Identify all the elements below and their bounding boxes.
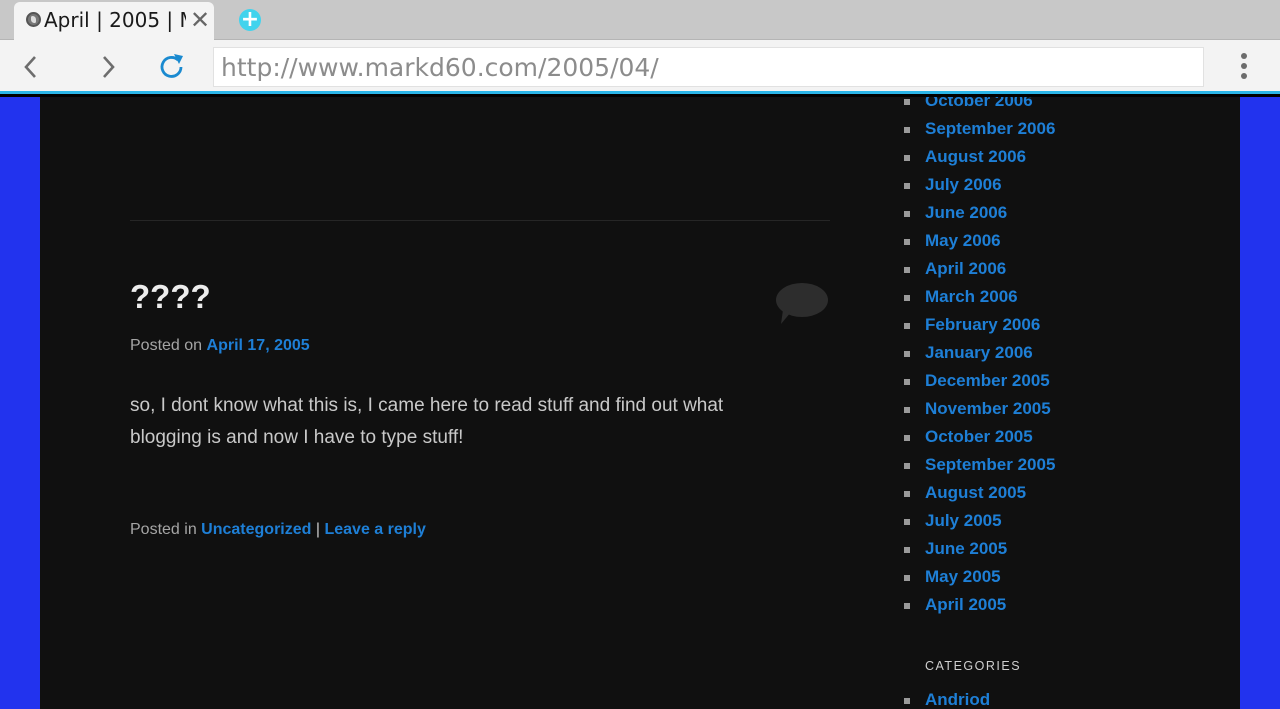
leave-reply-link[interactable]: Leave a reply (324, 521, 425, 538)
back-button[interactable] (13, 50, 49, 84)
new-tab-button[interactable]: + (239, 9, 261, 31)
categories-heading: CATEGORIES (925, 659, 1022, 673)
reload-icon (160, 54, 183, 78)
archive-link[interactable]: July 2005 (903, 507, 1203, 535)
archive-link[interactable]: November 2005 (903, 395, 1203, 423)
menu-dot (1241, 53, 1247, 59)
archives-list: October 2006 September 2006 August 2006 … (903, 97, 1203, 619)
close-tab-icon[interactable]: ✕ (188, 6, 212, 34)
menu-dot (1241, 63, 1247, 69)
post-title[interactable]: ???? (130, 278, 211, 316)
category-item[interactable]: Andriod (903, 686, 1203, 709)
browser-toolbar: http://www.markd60.com/2005/04/ (0, 40, 1280, 94)
tab-strip: April | 2005 | Ma ✕ + (0, 0, 1280, 40)
archive-link[interactable]: March 2006 (903, 283, 1203, 311)
posted-on-label: Posted on (130, 337, 203, 354)
archive-link[interactable]: May 2006 (903, 227, 1203, 255)
comment-bubble-icon[interactable] (775, 282, 829, 326)
post-divider (130, 220, 830, 221)
archive-link[interactable]: August 2006 (903, 143, 1203, 171)
post-date-link[interactable]: April 17, 2005 (207, 337, 310, 354)
archive-link[interactable]: May 2005 (903, 563, 1203, 591)
category-link[interactable]: Uncategorized (201, 521, 311, 538)
archive-link[interactable]: January 2006 (903, 339, 1203, 367)
archive-link[interactable]: June 2006 (903, 199, 1203, 227)
address-bar[interactable]: http://www.markd60.com/2005/04/ (213, 47, 1204, 87)
archive-link[interactable]: June 2005 (903, 535, 1203, 563)
archive-link[interactable]: July 2006 (903, 171, 1203, 199)
archive-link[interactable]: October 2005 (903, 423, 1203, 451)
blog-page: ???? Posted on April 17, 2005 so, I dont… (40, 97, 1240, 709)
forward-button[interactable] (91, 50, 127, 84)
posted-in-label: Posted in (130, 521, 197, 538)
archive-link[interactable]: April 2005 (903, 591, 1203, 619)
archive-link[interactable]: September 2005 (903, 451, 1203, 479)
url-text: http://www.markd60.com/2005/04/ (221, 53, 659, 82)
archive-link[interactable]: October 2006 (903, 97, 1203, 115)
post-footer: Posted in Uncategorized | Leave a reply (130, 521, 426, 539)
chevron-left-icon (24, 56, 36, 78)
globe-icon (26, 12, 41, 27)
reload-button[interactable] (154, 50, 190, 84)
archive-link[interactable]: April 2006 (903, 255, 1203, 283)
post-meta: Posted on April 17, 2005 (130, 337, 310, 355)
active-tab[interactable]: April | 2005 | Ma ✕ (14, 2, 214, 40)
post-body: so, I dont know what this is, I came her… (130, 395, 724, 448)
archive-link[interactable]: September 2006 (903, 115, 1203, 143)
categories-list: Andriod (903, 686, 1203, 709)
chevron-right-icon (103, 56, 115, 78)
archive-link[interactable]: August 2005 (903, 479, 1203, 507)
archive-link[interactable]: December 2005 (903, 367, 1203, 395)
page-viewport[interactable]: ???? Posted on April 17, 2005 so, I dont… (0, 97, 1280, 709)
tab-title: April | 2005 | Ma (44, 8, 186, 32)
menu-dot (1241, 73, 1247, 79)
separator: | (315, 521, 321, 538)
archive-link[interactable]: February 2006 (903, 311, 1203, 339)
overflow-menu-button[interactable] (1230, 50, 1258, 84)
